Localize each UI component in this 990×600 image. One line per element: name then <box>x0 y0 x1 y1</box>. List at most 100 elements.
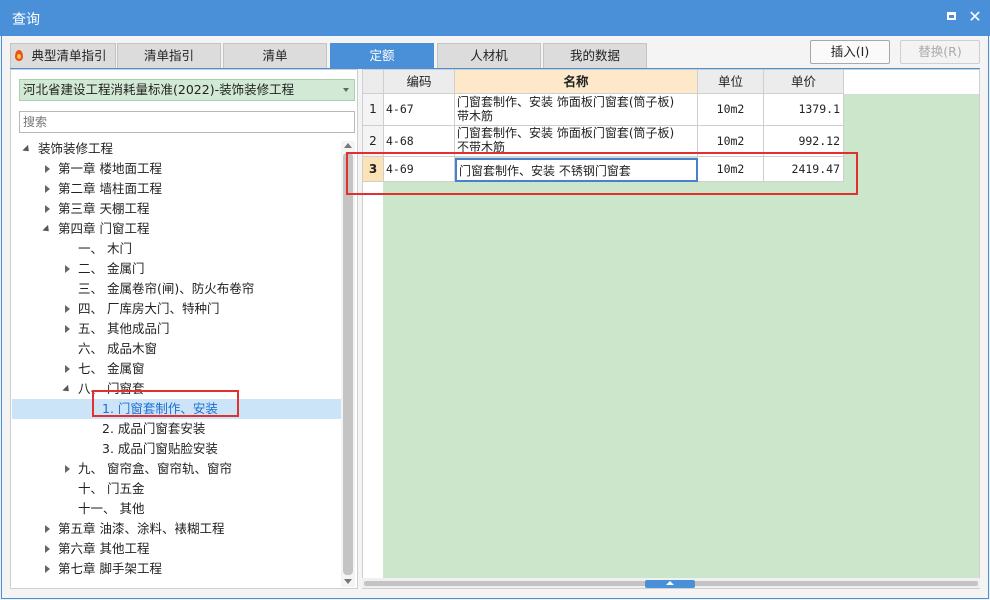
row-number[interactable]: 3 <box>363 157 384 182</box>
tab-label: 我的数据 <box>569 48 620 63</box>
cell-unit[interactable]: 10m2 <box>698 126 764 157</box>
replace-button[interactable]: 替换(R) <box>900 40 980 64</box>
tree-node[interactable]: 一、 木门 <box>12 239 342 259</box>
cell-name-line1: 门窗套制作、安装 饰面板门窗套(筒子板) <box>457 126 675 140</box>
cell-code[interactable]: 4-68 <box>384 126 455 157</box>
tree-node-label: 第七章 脚手架工程 <box>58 561 162 576</box>
tree-node[interactable]: 第五章 油漆、涂料、裱糊工程 <box>12 519 342 539</box>
chevron-down-icon <box>343 88 349 92</box>
search-input[interactable] <box>19 111 355 133</box>
tree-node-label: 十一、 其他 <box>78 501 145 516</box>
fire-icon <box>15 50 23 61</box>
tree-node-label: 一、 木门 <box>78 241 132 256</box>
tree-node-label: 第四章 门窗工程 <box>58 221 150 236</box>
tab-my-data[interactable]: 我的数据 <box>543 43 647 68</box>
tree-node[interactable]: 四、 厂库房大门、特种门 <box>12 299 342 319</box>
tree-node[interactable]: 第二章 墙柱面工程 <box>12 179 342 199</box>
tree-node-label: 六、 成品木窗 <box>78 341 157 356</box>
cell-name[interactable]: 门窗套制作、安装 饰面板门窗套(筒子板) 不带木筋 <box>455 126 698 157</box>
tab-bill-guide[interactable]: 清单指引 <box>117 43 221 68</box>
cell-name-line1: 门窗套制作、安装 不锈钢门窗套 <box>459 164 631 178</box>
tree-node[interactable]: 3. 成品门窗贴脸安装 <box>12 439 342 459</box>
cell-code[interactable]: 4-69 <box>384 157 455 182</box>
scroll-down-icon[interactable] <box>344 579 352 584</box>
tree-node[interactable]: 第一章 楼地面工程 <box>12 159 342 179</box>
collapsed-arrow-icon[interactable] <box>42 199 52 219</box>
tree-node[interactable]: 三、 金属卷帘(闸)、防火布卷帘 <box>12 279 342 299</box>
column-header-unit[interactable]: 单位 <box>698 70 764 94</box>
tree-node-label: 2. 成品门窗套安装 <box>102 421 206 436</box>
tree-node-label: 七、 金属窗 <box>78 361 145 376</box>
tree-node[interactable]: 第四章 门窗工程 <box>12 219 342 239</box>
tab-labor-material-machine[interactable]: 人材机 <box>437 43 541 68</box>
tree-node[interactable]: 第七章 脚手架工程 <box>12 559 342 579</box>
tree-node-label: 第六章 其他工程 <box>58 541 150 556</box>
cell-name[interactable]: 门窗套制作、安装 饰面板门窗套(筒子板) 带木筋 <box>455 94 698 126</box>
standard-select-value: 河北省建设工程消耗量标准(2022)-装饰装修工程 <box>23 82 295 97</box>
collapsed-arrow-icon[interactable] <box>42 519 52 539</box>
tree-node-label: 十、 门五金 <box>78 481 145 496</box>
row-number[interactable]: 1 <box>363 94 384 126</box>
collapsed-arrow-icon[interactable] <box>42 159 52 179</box>
maximize-icon[interactable] <box>942 8 960 26</box>
collapsed-arrow-icon[interactable] <box>62 299 72 319</box>
tree-node[interactable]: 二、 金属门 <box>12 259 342 279</box>
scroll-thumb[interactable] <box>343 153 353 575</box>
tab-label: 人材机 <box>470 48 508 63</box>
cell-unit[interactable]: 10m2 <box>698 157 764 182</box>
title-bar: 查询 ✕ <box>0 0 990 36</box>
tree-node[interactable]: 十、 门五金 <box>12 479 342 499</box>
expanded-arrow-icon[interactable] <box>22 139 32 159</box>
scroll-up-icon[interactable] <box>344 143 352 148</box>
tree-node-label: 第二章 墙柱面工程 <box>58 181 162 196</box>
collapsed-arrow-icon[interactable] <box>42 179 52 199</box>
collapsed-arrow-icon[interactable] <box>62 259 72 279</box>
standard-select[interactable]: 河北省建设工程消耗量标准(2022)-装饰装修工程 <box>19 79 355 101</box>
expanded-arrow-icon[interactable] <box>62 379 72 399</box>
expanded-arrow-icon[interactable] <box>42 219 52 239</box>
cell-price[interactable]: 1379.1 <box>764 94 844 126</box>
cell-unit[interactable]: 10m2 <box>698 94 764 126</box>
insert-button[interactable]: 插入(I) <box>810 40 890 64</box>
tree-node[interactable]: 九、 窗帘盒、窗帘轨、窗帘 <box>12 459 342 479</box>
tree-node-label: 第一章 楼地面工程 <box>58 161 162 176</box>
cell-price[interactable]: 992.12 <box>764 126 844 157</box>
tab-quota[interactable]: 定额 <box>330 43 434 68</box>
tree-node[interactable]: 六、 成品木窗 <box>12 339 342 359</box>
column-header-name[interactable]: 名称 <box>455 70 698 94</box>
cell-code[interactable]: 4-67 <box>384 94 455 126</box>
tab-label: 清单指引 <box>143 48 194 63</box>
column-header-code[interactable]: 编码 <box>384 70 455 94</box>
tree-node-label: 九、 窗帘盒、窗帘轨、窗帘 <box>78 461 232 476</box>
tree-node[interactable]: 七、 金属窗 <box>12 359 342 379</box>
row-number-header <box>363 70 384 94</box>
cell-price[interactable]: 2419.47 <box>764 157 844 182</box>
tree-node[interactable]: 五、 其他成品门 <box>12 319 342 339</box>
tree-node[interactable]: 1. 门窗套制作、安装 <box>12 399 342 419</box>
collapsed-arrow-icon[interactable] <box>62 319 72 339</box>
tree-node[interactable]: 装饰装修工程 <box>12 139 342 159</box>
collapse-toggle-icon[interactable] <box>645 580 695 588</box>
tree-node-label: 1. 门窗套制作、安装 <box>102 401 218 416</box>
collapsed-arrow-icon[interactable] <box>62 459 72 479</box>
tab-typical-bill-guide[interactable]: 典型清单指引 <box>10 43 116 68</box>
tree-node-label: 五、 其他成品门 <box>78 321 170 336</box>
close-icon[interactable]: ✕ <box>966 8 984 26</box>
tab-bill[interactable]: 清单 <box>223 43 327 68</box>
tree-node[interactable]: 十一、 其他 <box>12 499 342 519</box>
tree-node-label: 四、 厂库房大门、特种门 <box>78 301 220 316</box>
collapsed-arrow-icon[interactable] <box>42 559 52 579</box>
tree-node[interactable]: 第六章 其他工程 <box>12 539 342 559</box>
collapsed-arrow-icon[interactable] <box>42 539 52 559</box>
tree-node[interactable]: 2. 成品门窗套安装 <box>12 419 342 439</box>
cell-name-editing[interactable]: 门窗套制作、安装 不锈钢门窗套 <box>455 158 698 182</box>
tree-node[interactable]: 第三章 天棚工程 <box>12 199 342 219</box>
tree-node[interactable]: 八、 门窗套 <box>12 379 342 399</box>
column-header-price[interactable]: 单价 <box>764 70 844 94</box>
collapsed-arrow-icon[interactable] <box>62 359 72 379</box>
chapter-tree: 装饰装修工程第一章 楼地面工程 第二章 墙柱面工程第三章 天棚工程第四章 门窗工程… <box>12 139 342 587</box>
row-number[interactable]: 2 <box>363 126 384 157</box>
cell-name-line2: 带木筋 <box>457 109 494 123</box>
tree-scrollbar[interactable] <box>341 141 355 587</box>
tree-node-label: 第五章 油漆、涂料、裱糊工程 <box>58 521 225 536</box>
